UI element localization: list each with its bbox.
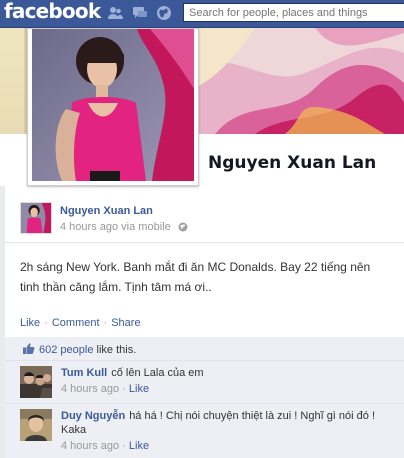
likes-sentence: 602 people like this. bbox=[22, 342, 136, 356]
post-text-line: 2h sáng New York. Banh mắt đi ăn MC Dona… bbox=[20, 260, 371, 274]
search-box[interactable] bbox=[183, 3, 404, 22]
public-globe-icon[interactable] bbox=[178, 222, 188, 232]
comment-like-link[interactable]: Like bbox=[129, 440, 149, 452]
commenter-avatar[interactable] bbox=[20, 366, 52, 398]
likes-suffix: like this. bbox=[96, 344, 137, 356]
comment-meta: 4 hours ago · Like bbox=[61, 440, 150, 452]
comment-text: cố lên Lala của em bbox=[111, 367, 204, 379]
post-author-name[interactable]: Nguyen Xuan Lan bbox=[60, 205, 153, 217]
separator: · bbox=[103, 317, 108, 329]
friend-requests-icon[interactable] bbox=[106, 4, 124, 22]
comment-body: Duy Nguyễn há há ! Chị nói chuyện thiệt l… bbox=[61, 409, 401, 453]
post-text: 2h sáng New York. Banh mắt đi ăn MC Dona… bbox=[20, 257, 400, 297]
comment-timestamp[interactable]: 4 hours ago bbox=[61, 440, 119, 452]
messages-icon[interactable] bbox=[131, 4, 149, 22]
post-timestamp[interactable]: 4 hours ago bbox=[60, 221, 118, 233]
post-header-divider bbox=[5, 242, 404, 243]
post-meta: 4 hours ago via mobile bbox=[60, 221, 188, 233]
post-actions: Like · Comment · Share bbox=[20, 317, 141, 329]
comment-item: Duy Nguyễn há há ! Chị nói chuyện thiệt l… bbox=[20, 409, 400, 457]
facebook-logo[interactable]: facebook bbox=[4, 0, 101, 23]
post-author-avatar[interactable] bbox=[20, 202, 52, 234]
like-link[interactable]: Like bbox=[20, 317, 40, 329]
profile-picture[interactable] bbox=[27, 28, 199, 186]
thumbs-up-icon bbox=[23, 343, 35, 354]
cover-photo-edge bbox=[0, 28, 24, 134]
comment-link[interactable]: Comment bbox=[52, 317, 100, 329]
comment-timestamp[interactable]: 4 hours ago bbox=[61, 383, 119, 395]
profile-name[interactable]: Nguyen Xuan Lan bbox=[208, 153, 376, 173]
cover-photo-fabric bbox=[195, 28, 404, 134]
top-bar: facebook bbox=[0, 0, 404, 28]
comment-like-link[interactable]: Like bbox=[129, 383, 149, 395]
feedback-divider bbox=[5, 403, 404, 404]
comment-item: Tum Kull cố lên Lala của em 4 hours ago ·… bbox=[20, 366, 400, 400]
comment-meta: 4 hours ago · Like bbox=[61, 383, 150, 395]
comment-body: Tum Kull cố lên Lala của em 4 hours ago ·… bbox=[61, 366, 401, 396]
notifications-globe-icon[interactable] bbox=[155, 4, 173, 22]
commenter-avatar[interactable] bbox=[20, 409, 52, 441]
share-link[interactable]: Share bbox=[111, 317, 140, 329]
comment-author[interactable]: Tum Kull bbox=[61, 367, 107, 379]
search-input[interactable] bbox=[184, 4, 404, 21]
post-text-line: tinh thần căng lắm. Tịnh tâm má ơi.. bbox=[20, 280, 212, 294]
comment-author[interactable]: Duy Nguyễn bbox=[61, 410, 125, 422]
likes-count-link[interactable]: 602 people bbox=[39, 344, 93, 356]
separator: · bbox=[44, 317, 48, 329]
post-via: via mobile bbox=[121, 221, 171, 233]
feedback-divider bbox=[5, 360, 404, 361]
